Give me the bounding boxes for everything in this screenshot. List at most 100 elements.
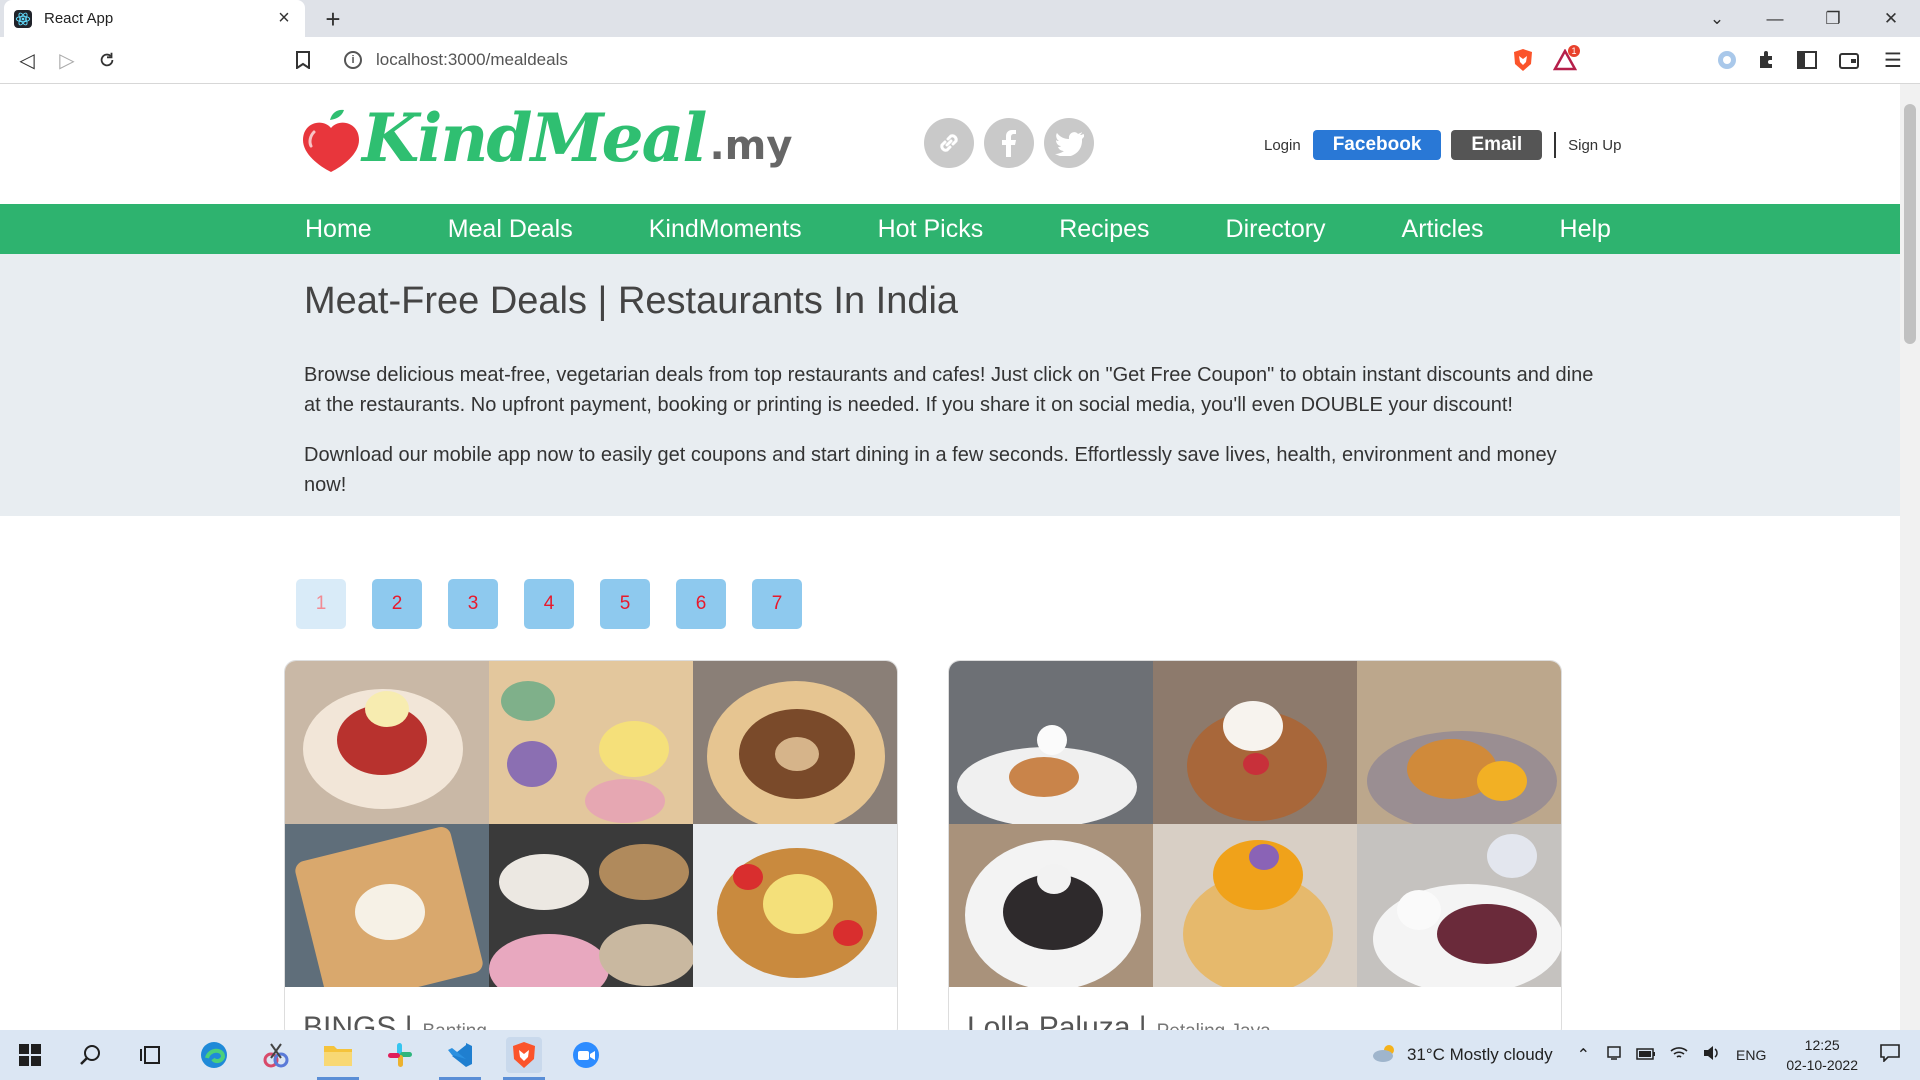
site-info-icon[interactable]: i [344, 51, 362, 69]
page-button-7[interactable]: 7 [752, 579, 802, 629]
language-indicator[interactable]: ENG [1736, 1047, 1766, 1063]
reload-button[interactable] [92, 45, 122, 75]
intro-section: Meat-Free Deals | Restaurants In India B… [0, 254, 1900, 516]
extension-icon[interactable] [1714, 47, 1740, 73]
brave-browser-icon[interactable] [506, 1037, 542, 1073]
link-icon[interactable] [924, 118, 974, 168]
deal-photo-collage [285, 661, 897, 987]
react-favicon-icon [14, 9, 32, 28]
browser-tab-bar: React App × + ⌄ — ❐ ✕ [0, 0, 1920, 37]
notification-icon[interactable] [1880, 1043, 1900, 1067]
food-photo [1153, 661, 1357, 824]
nav-item-recipes[interactable]: Recipes [1059, 215, 1149, 244]
email-login-button[interactable]: Email [1451, 130, 1543, 160]
logo-text: KindMeal [362, 99, 707, 177]
nav-item-articles[interactable]: Articles [1402, 215, 1484, 244]
weather-text[interactable]: 31°C Mostly cloudy [1407, 1045, 1553, 1065]
file-explorer-icon[interactable] [320, 1037, 356, 1073]
new-tab-button[interactable]: + [318, 4, 348, 34]
forward-button[interactable]: ▷ [52, 45, 82, 75]
clock-date: 02-10-2022 [1786, 1057, 1858, 1073]
page-button-5[interactable]: 5 [600, 579, 650, 629]
food-photo [1357, 661, 1561, 824]
facebook-login-button[interactable]: Facebook [1312, 130, 1442, 160]
login-label: Login [1264, 136, 1301, 154]
network-device-icon[interactable] [1606, 1045, 1622, 1066]
rewards-badge: 1 [1568, 45, 1580, 57]
page-button-2[interactable]: 2 [372, 579, 422, 629]
close-tab-icon[interactable]: × [273, 7, 295, 30]
intro-paragraph: Browse delicious meat-free, vegetarian d… [304, 364, 1594, 416]
clock[interactable]: 12:25 02-10-2022 [1786, 1035, 1858, 1075]
page-scrollbar[interactable] [1900, 84, 1920, 1030]
scrollbar-thumb[interactable] [1904, 104, 1916, 344]
deal-card[interactable]: BINGS |Banting [284, 660, 898, 1040]
volume-icon[interactable] [1702, 1045, 1720, 1066]
logo-tld: .my [709, 123, 793, 169]
food-photo [285, 824, 489, 987]
heart-apple-logo-icon [303, 109, 359, 172]
extensions-puzzle-icon[interactable] [1754, 47, 1780, 73]
page-button-4[interactable]: 4 [524, 579, 574, 629]
deal-photo-collage [949, 661, 1561, 987]
deal-card[interactable]: Lolla Paluza |Petaling Jaya [948, 660, 1562, 1040]
page-button-6[interactable]: 6 [676, 579, 726, 629]
wallet-icon[interactable] [1836, 47, 1862, 73]
snipping-tool-icon[interactable] [258, 1037, 294, 1073]
sidebar-toggle-icon[interactable] [1794, 47, 1820, 73]
url-text[interactable]: localhost:3000/mealdeals [376, 50, 568, 70]
battery-icon[interactable] [1636, 1045, 1656, 1065]
signup-link[interactable]: Sign Up [1568, 137, 1621, 154]
wifi-icon[interactable] [1670, 1045, 1688, 1066]
close-window-button[interactable]: ✕ [1862, 0, 1920, 37]
food-photo [489, 661, 693, 824]
food-photo [285, 661, 489, 824]
bookmark-icon[interactable] [288, 45, 318, 75]
slack-icon[interactable] [382, 1037, 418, 1073]
tab-search-chevron-icon[interactable]: ⌄ [1688, 0, 1746, 37]
minimize-button[interactable]: — [1746, 0, 1804, 37]
nav-item-help[interactable]: Help [1560, 215, 1611, 244]
twitter-icon[interactable] [1044, 118, 1094, 168]
weather-cloud-icon[interactable] [1371, 1043, 1399, 1068]
app-promo-paragraph: Download our mobile app now to easily ge… [304, 444, 1557, 496]
vscode-icon[interactable] [442, 1037, 478, 1073]
food-photo [949, 661, 1153, 824]
kindmeal-logo[interactable]: KindMeal .my [300, 102, 792, 174]
nav-item-kindmoments[interactable]: KindMoments [649, 215, 802, 244]
omnibox[interactable]: i localhost:3000/mealdeals [332, 43, 1592, 77]
nav-item-meal-deals[interactable]: Meal Deals [448, 215, 573, 244]
food-photo [1357, 824, 1561, 987]
page-title: Meat-Free Deals | Restaurants In India [304, 280, 959, 322]
edge-browser-icon[interactable] [196, 1037, 232, 1073]
food-photo [693, 661, 897, 824]
tab-title: React App [44, 10, 114, 27]
maximize-button[interactable]: ❐ [1804, 0, 1862, 37]
windows-start-icon[interactable] [12, 1037, 48, 1073]
social-links [924, 118, 1094, 168]
chevron-up-icon[interactable]: ⌃ [1577, 1045, 1590, 1065]
page-button-3[interactable]: 3 [448, 579, 498, 629]
food-photo [489, 824, 693, 987]
menu-icon[interactable]: ☰ [1880, 47, 1906, 73]
zoom-icon[interactable] [568, 1037, 604, 1073]
brave-shields-icon[interactable] [1510, 47, 1536, 73]
page-button-1[interactable]: 1 [296, 579, 346, 629]
window-controls: ⌄ — ❐ ✕ [1688, 0, 1920, 37]
food-photo [949, 824, 1153, 987]
food-photo [1153, 824, 1357, 987]
address-bar-row: ◁ ▷ i localhost:3000/mealdeals 1 ☰ [0, 37, 1920, 84]
back-button[interactable]: ◁ [12, 45, 42, 75]
clock-time: 12:25 [1804, 1037, 1840, 1053]
brave-rewards-icon[interactable]: 1 [1552, 45, 1580, 73]
nav-item-hot-picks[interactable]: Hot Picks [878, 215, 984, 244]
auth-links: Login Facebook Email Sign Up [1264, 130, 1621, 160]
windows-taskbar: 31°C Mostly cloudy ⌃ ENG 12:25 02-10-202… [0, 1030, 1920, 1080]
nav-item-home[interactable]: Home [305, 215, 372, 244]
food-photo [693, 824, 897, 987]
nav-item-directory[interactable]: Directory [1226, 215, 1326, 244]
search-icon[interactable] [72, 1037, 108, 1073]
facebook-icon[interactable] [984, 118, 1034, 168]
browser-tab-active[interactable]: React App × [4, 0, 305, 37]
task-view-icon[interactable] [132, 1037, 168, 1073]
